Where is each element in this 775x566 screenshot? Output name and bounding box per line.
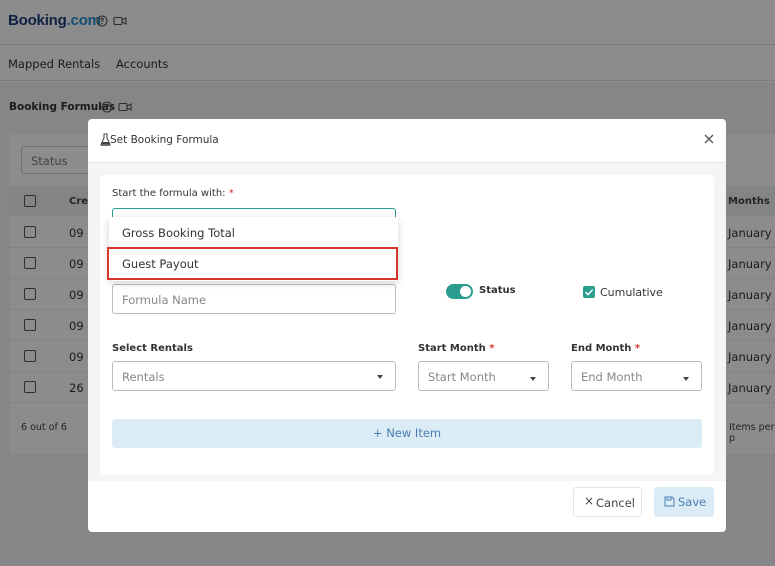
new-item-button[interactable]: + New Item	[112, 419, 702, 448]
close-icon[interactable]	[704, 134, 714, 144]
start-month-label: Start Month *	[418, 343, 495, 354]
chevron-down-icon	[377, 375, 383, 379]
cancel-button[interactable]: × Cancel	[573, 487, 642, 517]
cumulative-label: Cumulative	[600, 286, 663, 299]
check-icon	[584, 289, 594, 296]
status-label: Status	[479, 285, 516, 296]
modal-header: Set Booking Formula	[88, 119, 726, 163]
start-month-select[interactable]: Start Month	[418, 361, 549, 391]
highlight-box	[107, 247, 398, 280]
chevron-down-icon	[683, 377, 689, 381]
start-formula-label: Start the formula with: *	[112, 188, 234, 199]
cumulative-checkbox[interactable]	[583, 286, 595, 298]
start-formula-dropdown: Gross Booking Total Guest Payout	[107, 217, 398, 281]
save-icon	[664, 496, 675, 507]
plus-icon: +	[372, 426, 383, 440]
status-toggle[interactable]	[446, 284, 473, 299]
save-button[interactable]: Save	[654, 487, 714, 517]
modal-title: Set Booking Formula	[110, 134, 219, 146]
chevron-down-icon	[530, 377, 536, 381]
rentals-select[interactable]: Rentals	[112, 361, 396, 391]
end-month-label: End Month *	[571, 343, 641, 354]
option-gross-booking-total[interactable]: Gross Booking Total	[122, 226, 235, 240]
end-month-select[interactable]: End Month	[571, 361, 702, 391]
close-icon: ×	[584, 494, 595, 508]
select-rentals-label: Select Rentals	[112, 343, 193, 354]
set-formula-modal: Set Booking Formula Start the formula wi…	[88, 119, 726, 532]
formula-name-input[interactable]: Formula Name	[112, 284, 396, 314]
modal-body: Start the formula with: * Formula Name S…	[88, 163, 726, 481]
